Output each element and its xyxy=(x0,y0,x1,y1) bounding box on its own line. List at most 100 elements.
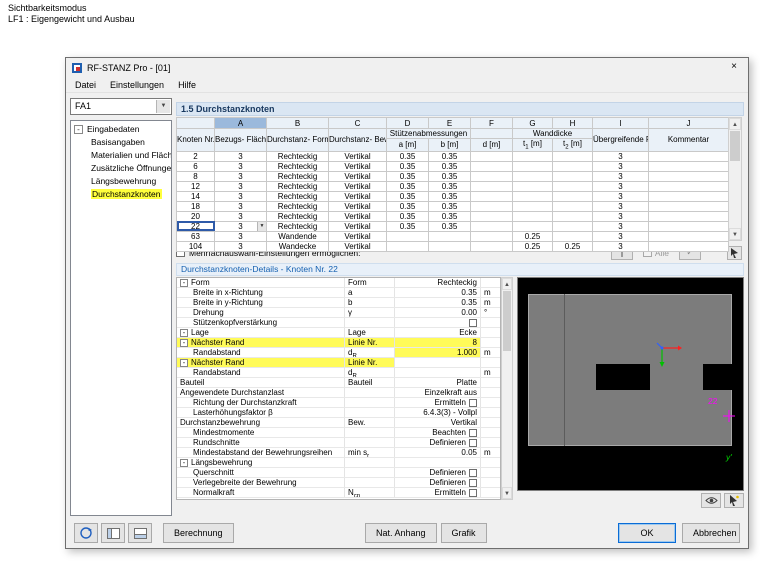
details-row-value[interactable]: Rechteckig xyxy=(395,278,481,287)
table-cell[interactable] xyxy=(386,240,429,252)
table-cell[interactable]: 3 xyxy=(214,180,267,192)
table-row[interactable]: 2 3 Rechteckig Vertikal 0.35 0.35 3 xyxy=(176,150,729,162)
table-cell[interactable]: 0.35 xyxy=(386,220,429,232)
titlebar[interactable]: RF-STANZ Pro - [01] × xyxy=(66,58,748,77)
table-cell[interactable]: 3 xyxy=(592,180,649,192)
sidebar-item[interactable]: Materialien und Flächen xyxy=(71,149,171,162)
col-header-knoten[interactable]: Knoten Nr. xyxy=(176,128,215,152)
details-row[interactable]: Breite in x-Richtung a 0.35 m xyxy=(177,288,500,298)
table-cell[interactable] xyxy=(648,200,729,212)
table-cell[interactable] xyxy=(428,240,471,252)
table-cell[interactable] xyxy=(470,150,513,162)
details-row[interactable]: - Lage Lage Ecke xyxy=(177,328,500,338)
table-cell[interactable]: 20 xyxy=(176,210,215,222)
details-row[interactable]: - Nächster Rand Linie Nr. 8 xyxy=(177,338,500,348)
column-letter[interactable]: D xyxy=(386,117,429,129)
table-cell[interactable]: Vertikal xyxy=(328,160,387,172)
details-row-value[interactable]: 0.35 xyxy=(395,288,481,297)
table-cell[interactable]: 3 xyxy=(214,190,267,202)
help-button[interactable] xyxy=(74,523,98,543)
value-checkbox[interactable] xyxy=(469,468,477,477)
table-cell[interactable] xyxy=(470,220,513,232)
column-letter[interactable]: C xyxy=(328,117,387,129)
col-header-kommentar[interactable]: Kommentar xyxy=(648,128,729,152)
details-row[interactable]: Drehung γ 0.00 ° xyxy=(177,308,500,318)
details-row[interactable]: Stützenkopfverstärkung xyxy=(177,318,500,328)
column-letter[interactable]: J xyxy=(648,117,729,129)
table-cell[interactable]: 3 xyxy=(592,200,649,212)
table-row[interactable]: 20 3 Rechteckig Vertikal 0.35 0.35 3 xyxy=(176,210,729,222)
table-cell[interactable]: Vertikal xyxy=(328,180,387,192)
table-cell[interactable]: 104 xyxy=(176,240,215,252)
details-row[interactable]: Verlegebreite der Bewehrung Definieren xyxy=(177,478,500,488)
scroll-down-icon[interactable]: ▼ xyxy=(729,228,741,240)
table-row[interactable]: 63 3 Wandende Vertikal 0.25 3 xyxy=(176,230,729,242)
table-cell[interactable] xyxy=(386,230,429,242)
details-scrollbar[interactable]: ▲ ▼ xyxy=(501,277,513,500)
table-cell[interactable] xyxy=(552,230,593,242)
table-cell[interactable]: Vertikal xyxy=(328,190,387,202)
details-row[interactable]: Normalkraft Ncp Ermitteln xyxy=(177,488,500,498)
details-row[interactable]: Angewendete Durchstanzlast Einzelkraft au… xyxy=(177,388,500,398)
collapse-icon[interactable]: - xyxy=(180,359,188,367)
details-row-value[interactable] xyxy=(395,368,481,377)
details-row-value[interactable]: 1.000 xyxy=(395,348,481,357)
table-cell[interactable] xyxy=(552,180,593,192)
pick-node-button[interactable] xyxy=(727,245,742,260)
table-cell[interactable]: 3 xyxy=(592,230,649,242)
col-header-d[interactable]: d [m] xyxy=(470,138,513,152)
scroll-up-icon[interactable]: ▲ xyxy=(729,118,741,130)
details-row-value[interactable]: 8 xyxy=(395,338,481,347)
table-cell[interactable]: Rechteckig xyxy=(266,180,329,192)
col-header-b[interactable]: b [m] xyxy=(428,138,471,152)
table-cell[interactable]: Vertikal xyxy=(328,220,387,232)
table-cell[interactable]: 3 xyxy=(592,150,649,162)
table-cell[interactable]: 22 xyxy=(176,220,215,232)
table-cell[interactable] xyxy=(470,240,513,252)
table-cell[interactable]: Rechteckig xyxy=(266,160,329,172)
collapse-icon[interactable]: - xyxy=(180,329,188,337)
units-settings-button[interactable] xyxy=(101,523,125,543)
close-button[interactable]: × xyxy=(720,58,748,77)
sidebar-item[interactable]: Basisangaben xyxy=(71,136,171,149)
table-cell[interactable]: 0.35 xyxy=(386,150,429,162)
details-row[interactable]: - Längsbewehrung xyxy=(177,458,500,468)
berechnung-button[interactable]: Berechnung xyxy=(163,523,234,543)
panel-toggle-button[interactable] xyxy=(128,523,152,543)
value-checkbox[interactable] xyxy=(469,318,477,327)
table-cell[interactable] xyxy=(552,200,593,212)
details-row-value[interactable]: 0.00 xyxy=(395,308,481,317)
col-header-uebergreifende[interactable]: Übergreifende Flächen xyxy=(592,128,649,152)
table-cell[interactable]: 18 xyxy=(176,200,215,212)
details-row-value[interactable]: Ecke xyxy=(395,328,481,337)
details-row[interactable]: Querschnitt Definieren xyxy=(177,468,500,478)
case-select[interactable]: FA1 ▼ xyxy=(70,98,172,115)
details-row-value[interactable]: Definieren xyxy=(395,468,481,477)
table-cell[interactable] xyxy=(648,220,729,232)
table-cell[interactable] xyxy=(552,220,593,232)
details-row-value[interactable]: 6.4.3(3) - Vollpl xyxy=(395,408,481,417)
details-row-value[interactable]: 0.05 xyxy=(395,448,481,457)
table-cell[interactable]: 3 xyxy=(214,160,267,172)
table-cell[interactable]: 0.35 xyxy=(386,190,429,202)
pointer-select-icon[interactable] xyxy=(724,493,744,508)
details-row-value[interactable]: Definieren xyxy=(395,438,481,447)
scroll-thumb[interactable] xyxy=(730,131,740,161)
table-cell[interactable] xyxy=(470,160,513,172)
table-cell[interactable]: Rechteckig xyxy=(266,210,329,222)
table-cell[interactable] xyxy=(470,180,513,192)
table-cell[interactable]: 0.35 xyxy=(428,160,471,172)
col-header-stuetzenabmessungen[interactable]: Stützenabmessungen xyxy=(386,128,471,139)
details-row-value[interactable]: Ermitteln xyxy=(395,488,481,497)
table-cell[interactable] xyxy=(512,180,553,192)
details-row[interactable]: Durchstanzbewehrung Bew. Vertikal xyxy=(177,418,500,428)
table-cell[interactable]: 0.35 xyxy=(386,200,429,212)
table-cell[interactable] xyxy=(470,190,513,202)
column-letter[interactable]: I xyxy=(592,117,649,129)
collapse-icon[interactable]: - xyxy=(180,279,188,287)
value-checkbox[interactable] xyxy=(469,438,477,447)
table-cell[interactable] xyxy=(470,210,513,222)
table-cell[interactable]: 0.35 xyxy=(428,210,471,222)
table-cell[interactable]: Vertikal xyxy=(328,240,387,252)
table-cell[interactable] xyxy=(512,210,553,222)
